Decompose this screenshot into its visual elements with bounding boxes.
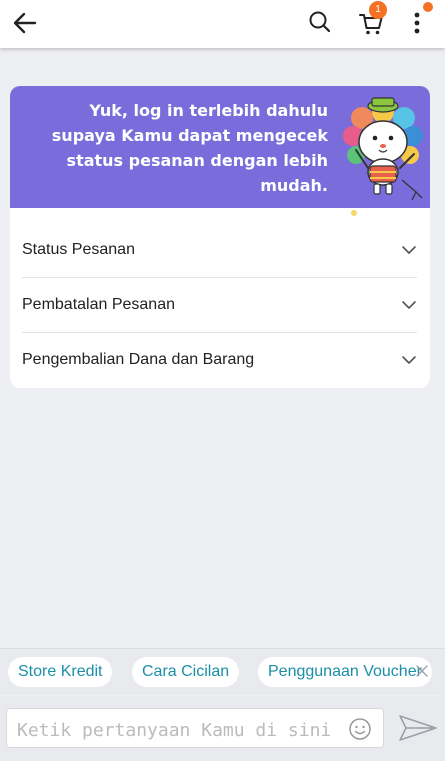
order-help-card: Yuk, log in terlebih dahulu supaya Kamu …: [10, 86, 430, 388]
banner-line: supaya Kamu dapat mengecek: [51, 126, 328, 145]
faq-item-label: Pembatalan Pesanan: [22, 296, 175, 313]
faq-item-pembatalan-pesanan[interactable]: Pembatalan Pesanan: [22, 278, 417, 332]
login-banner[interactable]: Yuk, log in terlebih dahulu supaya Kamu …: [10, 86, 430, 208]
faq-item-status-pesanan[interactable]: Status Pesanan: [22, 223, 417, 277]
cat-mascot-illustration: [343, 97, 423, 201]
send-icon[interactable]: [397, 712, 439, 744]
banner-line: mudah.: [260, 176, 328, 195]
banner-message: Yuk, log in terlebih dahulu supaya Kamu …: [28, 98, 328, 198]
smiley-icon[interactable]: [348, 717, 372, 741]
faq-item-pengembalian-dana[interactable]: Pengembalian Dana dan Barang: [22, 333, 417, 387]
quick-reply-bar: Store Kredit Cara Cicilan Penggunaan Vou…: [0, 648, 445, 695]
decoration-dot: [351, 210, 357, 216]
chevron-down-icon: [402, 246, 416, 254]
arrow-left-icon[interactable]: [10, 8, 40, 38]
chip-store-kredit[interactable]: Store Kredit: [8, 657, 113, 687]
message-input-box: [6, 708, 384, 748]
chevron-down-icon: [402, 301, 416, 309]
chevron-down-icon: [402, 356, 416, 364]
message-input[interactable]: [15, 715, 349, 745]
chip-cara-cicilan[interactable]: Cara Cicilan: [132, 657, 240, 687]
banner-line: Yuk, log in terlebih dahulu: [89, 101, 328, 120]
message-composer: [0, 696, 445, 761]
close-icon[interactable]: [414, 663, 430, 679]
faq-item-label: Status Pesanan: [22, 241, 135, 258]
banner-line: status pesanan dengan lebih: [66, 151, 328, 170]
top-bar: 1: [0, 0, 445, 48]
notification-dot: [423, 2, 433, 12]
cart-count-badge: 1: [369, 1, 387, 19]
chip-penggunaan-voucher[interactable]: Penggunaan Voucher: [258, 657, 432, 687]
more-vertical-icon[interactable]: [408, 8, 426, 38]
faq-item-label: Pengembalian Dana dan Barang: [22, 351, 255, 368]
search-icon[interactable]: [306, 8, 334, 36]
